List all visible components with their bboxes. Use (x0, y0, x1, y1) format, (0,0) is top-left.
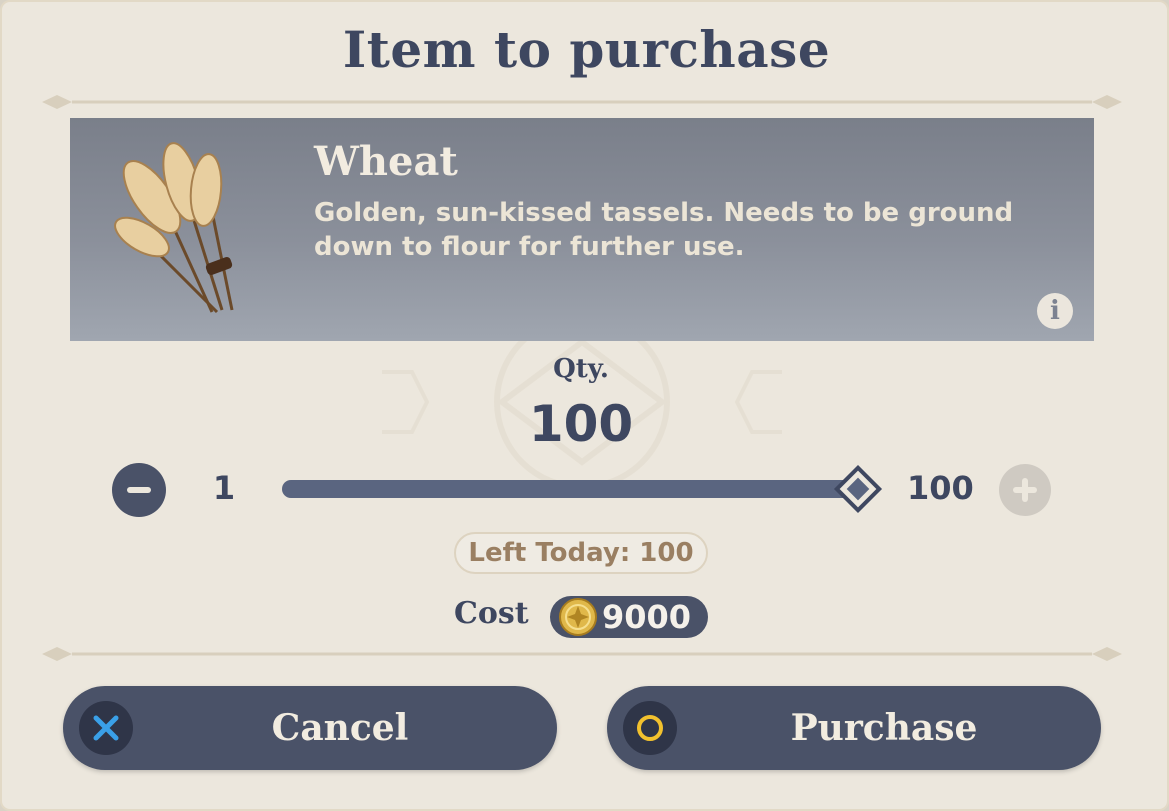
cancel-button-label: Cancel (271, 707, 409, 749)
bottom-divider (42, 647, 1122, 661)
dialog-title: Item to purchase (342, 20, 831, 79)
info-icon[interactable]: i (1037, 293, 1073, 329)
cost-label: Cost (454, 596, 529, 631)
increase-quantity-button[interactable] (999, 464, 1051, 516)
quantity-value: 100 (528, 395, 634, 453)
purchase-dialog: Item to purchase Wheat Golden, sun-kisse… (0, 0, 1169, 811)
quantity-slider[interactable] (282, 464, 883, 514)
cost-value: 9000 (602, 598, 692, 636)
cancel-button[interactable]: Cancel (63, 686, 557, 770)
wheat-bundle-icon (114, 142, 234, 314)
left-today-badge: Left Today: 100 (454, 532, 708, 574)
quantity-label: Qty. (553, 354, 609, 384)
slider-handle-icon[interactable] (833, 464, 883, 514)
quantity-slider-fill (282, 480, 867, 498)
slider-max-label: 100 (907, 469, 974, 507)
purchase-button-label: Purchase (790, 707, 978, 749)
top-divider (42, 95, 1122, 109)
decrease-quantity-button[interactable] (112, 463, 166, 517)
item-description: Golden, sun-kissed tassels. Needs to be … (314, 198, 1014, 262)
cost-badge: 9000 (550, 596, 708, 638)
item-name: Wheat (314, 138, 458, 185)
purchase-button[interactable]: Purchase (607, 686, 1101, 770)
slider-min-label: 1 (212, 469, 236, 507)
mora-coin-icon (559, 598, 597, 636)
